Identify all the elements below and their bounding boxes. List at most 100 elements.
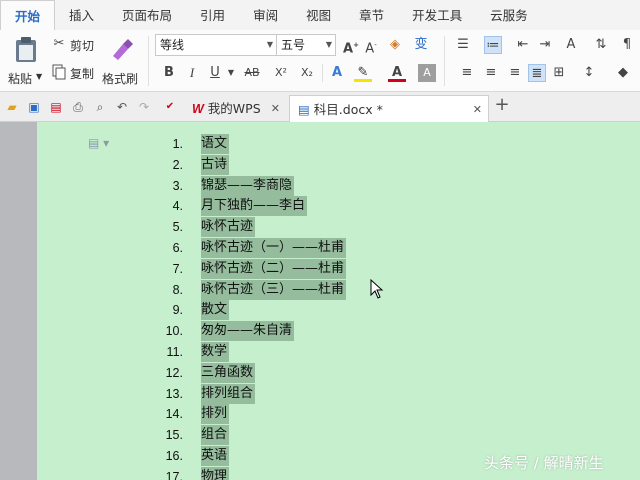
list-item[interactable]: 9. 散文 <box>150 300 230 321</box>
chevron-down-icon: ▼ <box>36 72 43 81</box>
justify-icon[interactable]: ≣ <box>528 64 546 82</box>
list-item[interactable]: 4. 月下独酌——李白 <box>150 196 308 217</box>
list-item[interactable]: 12. 三角函数 <box>150 362 256 383</box>
strikethrough-button[interactable]: AB <box>240 64 264 82</box>
font-size-value: 五号 <box>281 38 306 52</box>
new-tab-button[interactable]: + <box>494 96 510 114</box>
list-number: 4. <box>172 199 183 214</box>
list-number: 12. <box>165 365 183 380</box>
list-item[interactable]: 2. 古诗 <box>150 154 230 175</box>
list-item[interactable]: 6. 咏怀古迹（一）——杜甫 <box>150 238 347 258</box>
list-item[interactable]: 17. 物理 <box>150 466 230 480</box>
tab-cloud-service[interactable]: 云服务 <box>476 0 542 30</box>
list-item[interactable]: 5. 咏怀古迹 <box>150 217 256 238</box>
bold-button[interactable]: B <box>160 64 178 82</box>
list-item[interactable]: 16. 英语 <box>150 446 230 466</box>
tab-document[interactable]: ▤ 科目.docx * ✕ <box>289 95 489 122</box>
tab-page-layout[interactable]: 页面布局 <box>108 0 186 30</box>
save-icon[interactable]: ▣ <box>26 99 42 115</box>
paste-button[interactable]: 粘贴 ▼ <box>8 34 44 88</box>
tab-review[interactable]: 审阅 <box>239 0 292 30</box>
tab-home[interactable]: 开始 <box>0 0 56 30</box>
tab-my-wps[interactable]: W 我的WPS ✕ <box>184 95 288 122</box>
list-number: 9. <box>172 303 183 318</box>
numbered-list-icon[interactable]: ≔ <box>484 36 502 54</box>
line-spacing-icon[interactable]: ↕ <box>580 64 598 82</box>
list-item[interactable]: 15. 组合 <box>150 425 230 446</box>
bullet-list-icon[interactable]: ☰ <box>454 36 472 54</box>
decrease-indent-icon[interactable]: ⇤ <box>514 36 532 54</box>
chevron-down-icon: ▼ <box>325 40 332 49</box>
list-item[interactable]: 13. 排列组合 <box>150 383 256 404</box>
list-item-text: 散文 <box>201 300 230 321</box>
list-item-text: 排列 <box>201 404 230 425</box>
list-item[interactable]: 14. 排列 <box>150 404 230 425</box>
list-item-text: 古诗 <box>201 154 230 175</box>
export-pdf-icon[interactable]: ▤ <box>48 99 64 115</box>
customize-quick-access-icon[interactable]: ✔ <box>162 99 178 115</box>
undo-icon[interactable]: ↶ <box>114 99 130 115</box>
chevron-down-icon: ▼ <box>266 40 273 49</box>
list-item[interactable]: 3. 锦瑟——李商隐 <box>150 175 295 196</box>
text-effect-icon[interactable]: A <box>328 64 346 82</box>
list-item[interactable]: 11. 数学 <box>150 342 230 362</box>
font-color-icon[interactable]: A <box>388 64 406 82</box>
align-center-icon[interactable]: ≡ <box>482 64 500 82</box>
grow-font-icon[interactable]: A+ <box>342 36 360 56</box>
clipboard-icon <box>16 37 36 62</box>
tab-developer[interactable]: 开发工具 <box>398 0 476 30</box>
chevron-down-icon[interactable]: ▼ <box>222 64 240 82</box>
list-item[interactable]: 8. 咏怀古迹（三）——杜甫 <box>150 279 347 300</box>
cut-button[interactable]: ✂ 剪切 <box>50 34 98 54</box>
list-item-text: 三角函数 <box>201 362 256 383</box>
list-number: 15. <box>165 428 183 443</box>
list-item[interactable]: 7. 咏怀古迹（二）——杜甫 <box>150 258 347 279</box>
tab-insert[interactable]: 插入 <box>55 0 108 30</box>
tab-label: 科目.docx * <box>313 102 383 117</box>
tab-references[interactable]: 引用 <box>186 0 239 30</box>
print-icon[interactable]: ⎙ <box>70 99 86 115</box>
open-folder-icon[interactable]: ▰ <box>4 99 20 115</box>
shrink-font-icon[interactable]: A- <box>362 36 380 56</box>
clear-format-icon[interactable]: ◈ <box>386 36 404 54</box>
list-item[interactable]: 1. 语文 <box>150 134 230 154</box>
italic-button[interactable]: I <box>183 64 201 82</box>
sort-icon[interactable]: ⇅ <box>592 36 610 54</box>
list-number: 1. <box>172 137 183 151</box>
align-left-icon[interactable]: ≡ <box>458 64 476 82</box>
phonetic-guide-icon[interactable]: 变 <box>412 36 430 54</box>
list-item-text: 匆匆——朱自清 <box>201 321 295 342</box>
paragraph-options-icon[interactable]: ▤ ▾ <box>88 136 109 150</box>
list-number: 14. <box>165 407 183 422</box>
format-painter-button[interactable]: 格式刷 <box>102 34 142 88</box>
tab-view[interactable]: 视图 <box>292 0 345 30</box>
chinese-layout-icon[interactable]: A <box>562 36 580 54</box>
highlight-icon[interactable]: ✎ <box>354 64 372 82</box>
close-icon[interactable]: ✕ <box>473 96 482 123</box>
character-shading-icon[interactable]: A <box>418 64 436 82</box>
subscript-button[interactable]: X₂ <box>296 64 318 82</box>
font-size-select[interactable]: 五号 ▼ <box>276 34 336 56</box>
list-item[interactable]: 10. 匆匆——朱自清 <box>150 321 295 342</box>
redo-icon[interactable]: ↷ <box>136 99 152 115</box>
close-icon[interactable]: ✕ <box>271 95 280 122</box>
show-marks-icon[interactable]: ¶ <box>618 36 636 54</box>
print-preview-icon[interactable]: ⌕ <box>92 99 108 115</box>
paste-label: 粘贴 <box>8 72 33 86</box>
increase-indent-icon[interactable]: ⇥ <box>536 36 554 54</box>
list-item-text: 咏怀古迹（三）——杜甫 <box>201 279 347 300</box>
tab-section[interactable]: 章节 <box>345 0 398 30</box>
list-number: 3. <box>172 178 183 193</box>
list-item-text: 英语 <box>201 446 230 466</box>
distribute-icon[interactable]: ⊞ <box>550 64 568 82</box>
align-right-icon[interactable]: ≡ <box>506 64 524 82</box>
cut-label: 剪切 <box>70 39 95 53</box>
copy-label: 复制 <box>70 67 95 81</box>
superscript-button[interactable]: X² <box>270 64 292 82</box>
shading-icon[interactable]: ◆ <box>614 64 632 82</box>
list-item-text: 数学 <box>201 342 230 362</box>
font-name-select[interactable]: 等线 ▼ <box>155 34 277 56</box>
menu-bar: 开始 插入 页面布局 引用 审阅 视图 章节 开发工具 云服务 <box>0 0 640 30</box>
watermark: 头条号 / 解晴新生 <box>484 454 604 472</box>
copy-button[interactable]: 复制 <box>50 62 98 82</box>
